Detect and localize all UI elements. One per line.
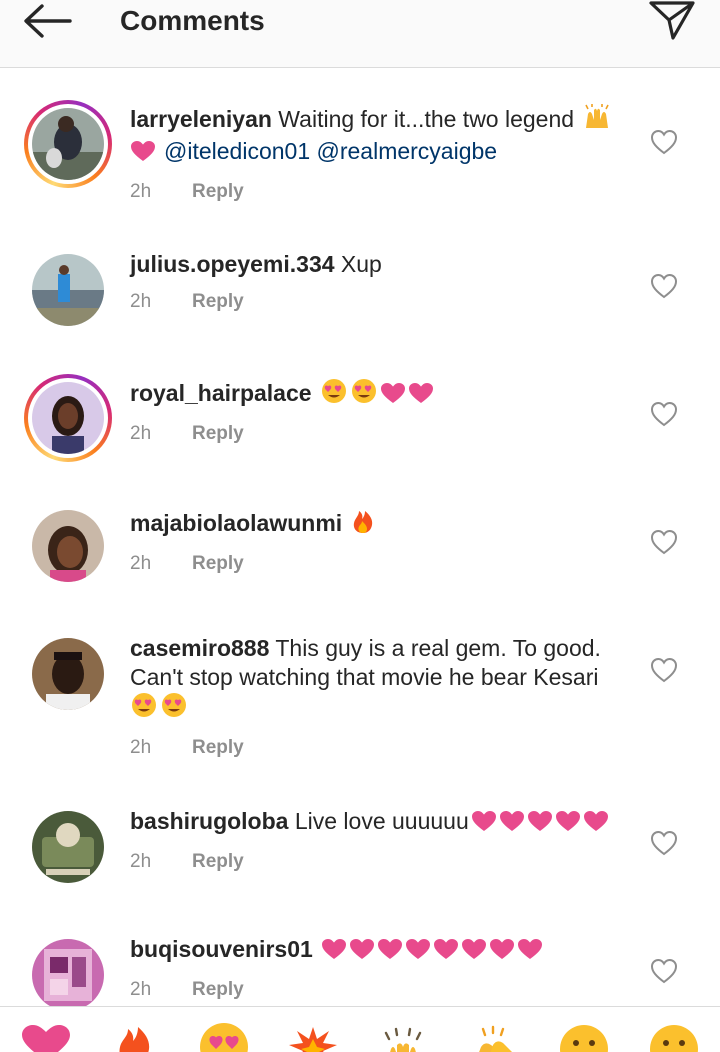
heart-outline-icon[interactable] (650, 958, 678, 984)
avatar[interactable] (32, 510, 104, 582)
comment-text: bashirugoloba Live love uuuuuu (130, 807, 630, 839)
comment-text: royal_hairpalace (130, 378, 630, 411)
comment-meta: 2h Reply (130, 551, 630, 577)
pink-heart-icon (489, 938, 515, 967)
comment-username[interactable]: royal_hairpalace (130, 380, 312, 406)
comment-time: 2h (130, 851, 152, 872)
avatar-container[interactable] (24, 630, 112, 718)
pink-heart-icon (321, 938, 347, 967)
reply-button[interactable]: Reply (192, 553, 244, 574)
pink-heart-icon (471, 810, 497, 839)
comment-meta: 2h Reply (130, 421, 630, 447)
reply-button[interactable]: Reply (192, 291, 244, 312)
avatar[interactable] (32, 638, 104, 710)
comment-time: 2h (130, 291, 152, 312)
smiling-face-icon[interactable] (558, 1023, 610, 1052)
comment-meta: 2h Reply (130, 289, 630, 315)
pink-heart-icon (130, 140, 156, 169)
heart-outline-icon[interactable] (650, 273, 678, 299)
avatar[interactable] (32, 811, 104, 883)
reply-button[interactable]: Reply (192, 423, 244, 444)
pink-heart-icon (349, 938, 375, 967)
reply-button[interactable]: Reply (192, 181, 244, 202)
heart-eyes-icon (350, 378, 378, 411)
comment-body (312, 380, 318, 406)
pink-heart-icon (377, 938, 403, 967)
pink-heart-icon[interactable] (20, 1023, 72, 1052)
comment-body: Xup (334, 251, 382, 277)
comment-body: Waiting for it...the two legend (271, 106, 581, 132)
comment-username[interactable]: majabiolaolawunmi (130, 510, 342, 536)
comment-text: majabiolaolawunmi (130, 506, 630, 541)
comment-text: julius.opeyemi.334 Xup (130, 250, 630, 279)
comment-text: casemiro888 This guy is a real gem. To g… (130, 634, 630, 725)
comment-meta: 2h Reply (130, 977, 630, 1003)
heart-eyes-icon[interactable] (198, 1023, 250, 1052)
pink-heart-icon (583, 810, 609, 839)
avatar-story-ring[interactable] (24, 100, 112, 188)
comment-username[interactable]: larryeleniyan (130, 106, 272, 132)
reply-button[interactable]: Reply (192, 737, 244, 758)
comment-username[interactable]: casemiro888 (130, 635, 269, 661)
pink-heart-icon (517, 938, 543, 967)
avatar[interactable] (32, 382, 104, 454)
comment-username[interactable]: julius.opeyemi.334 (130, 251, 335, 277)
raising-hands-icon[interactable] (377, 1023, 429, 1052)
heart-eyes-icon (130, 692, 158, 725)
fire-icon (351, 506, 375, 541)
comment-username[interactable]: bashirugoloba (130, 808, 288, 834)
comment-meta: 2h Reply (130, 179, 630, 205)
heart-outline-icon[interactable] (650, 529, 678, 555)
pink-heart-icon (461, 938, 487, 967)
avatar-story-ring[interactable] (24, 374, 112, 462)
comment-time: 2h (130, 979, 152, 1000)
heart-outline-icon[interactable] (650, 657, 678, 683)
top-bar: Comments (0, 0, 720, 68)
pink-heart-icon (380, 382, 406, 411)
avatar[interactable] (32, 939, 104, 1011)
comment-meta: 2h Reply (130, 849, 630, 875)
reply-button[interactable]: Reply (192, 979, 244, 1000)
fire-icon[interactable] (108, 1023, 160, 1052)
avatar-container[interactable] (24, 502, 112, 590)
pink-heart-icon (499, 810, 525, 839)
comment-username[interactable]: buqisouvenirs01 (130, 936, 313, 962)
comment-body (342, 510, 348, 536)
comment-time: 2h (130, 737, 152, 758)
heart-outline-icon[interactable] (650, 830, 678, 856)
clapping-hands-icon[interactable] (467, 1023, 519, 1052)
page-title: Comments (120, 5, 265, 36)
quick-reaction-bar (0, 1006, 720, 1052)
pink-heart-icon (555, 810, 581, 839)
comment-time: 2h (130, 423, 152, 444)
arrow-left-icon[interactable] (22, 2, 74, 42)
avatar[interactable] (32, 108, 104, 180)
pink-heart-icon (433, 938, 459, 967)
pink-heart-icon (527, 810, 553, 839)
paper-plane-icon[interactable] (646, 0, 698, 42)
comment-text: buqisouvenirs01 (130, 935, 630, 967)
avatar-container[interactable] (24, 246, 112, 334)
smiling-face-icon[interactable] (648, 1023, 700, 1052)
heart-outline-icon[interactable] (650, 401, 678, 427)
collision-icon[interactable] (287, 1023, 339, 1052)
heart-eyes-icon (160, 692, 188, 725)
heart-outline-icon[interactable] (650, 129, 678, 155)
comment-time: 2h (130, 553, 152, 574)
heart-eyes-icon (320, 378, 348, 411)
avatar[interactable] (32, 254, 104, 326)
comment-body (313, 936, 319, 962)
comment-mentions[interactable]: @iteledicon01 @realmercyaigbe (164, 138, 497, 164)
comment-time: 2h (130, 181, 152, 202)
reply-button[interactable]: Reply (192, 851, 244, 872)
raising-hands-icon (582, 104, 612, 137)
comment-text: larryeleniyan Waiting for it...the two l… (130, 104, 630, 169)
comment-body: Live love uuuuuu (288, 808, 469, 834)
pink-heart-icon (405, 938, 431, 967)
comment-meta: 2h Reply (130, 735, 630, 761)
avatar-container[interactable] (24, 803, 112, 891)
pink-heart-icon (408, 382, 434, 411)
